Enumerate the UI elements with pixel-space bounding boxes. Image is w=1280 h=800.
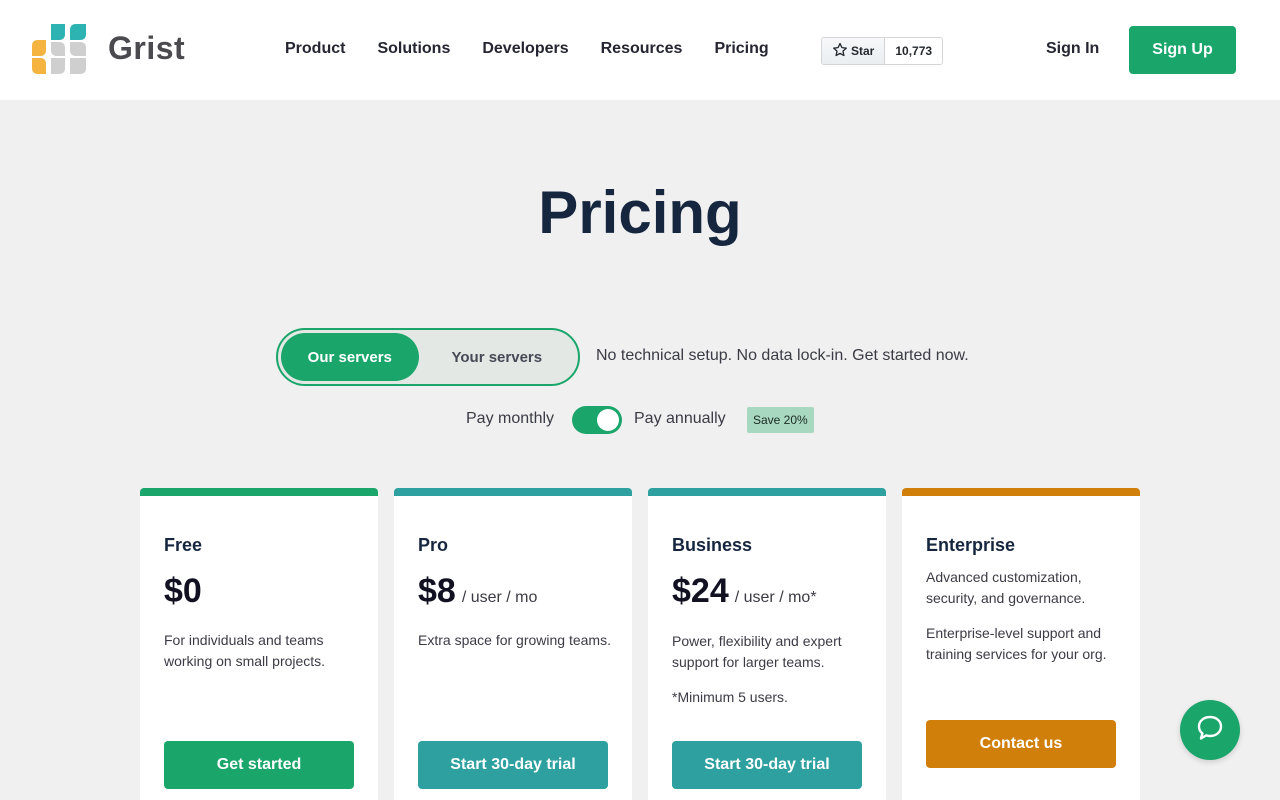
site-header: Grist Product Solutions Developers Resou…: [0, 0, 1280, 100]
server-toggle-description: No technical setup. No data lock-in. Get…: [596, 347, 969, 364]
price-unit: / user / mo*: [734, 589, 817, 606]
price-amount: $0: [164, 572, 202, 610]
brand-name: Grist: [108, 30, 186, 66]
your-servers-option[interactable]: Your servers: [419, 333, 575, 381]
plan-price: $0: [164, 572, 202, 611]
chat-widget-button[interactable]: [1180, 700, 1240, 760]
plan-description: For individuals and teams working on sma…: [164, 632, 326, 669]
grist-logo-icon: [32, 24, 88, 74]
plan-price: $24 / user / mo*: [672, 572, 817, 611]
plan-card-pro: Pro $8 / user / mo Extra space for growi…: [394, 488, 632, 800]
plan-card-accent-bar: [902, 488, 1140, 496]
plan-name: Free: [164, 535, 203, 555]
plan-card-accent-bar: [140, 488, 378, 496]
main-nav: Product Solutions Developers Resources P…: [285, 40, 769, 58]
sign-up-button[interactable]: Sign Up: [1129, 26, 1236, 74]
star-icon: [832, 42, 848, 61]
server-toggle: Our servers Your servers: [276, 328, 580, 386]
grist-logo[interactable]: [32, 24, 88, 74]
pay-annually-label[interactable]: Pay annually: [634, 410, 726, 428]
pay-monthly-label[interactable]: Pay monthly: [466, 410, 554, 428]
billing-period-switch[interactable]: [572, 406, 622, 434]
github-star-count[interactable]: 10,773: [885, 38, 943, 64]
nav-item-developers[interactable]: Developers: [482, 40, 568, 58]
plan-price: $8 / user / mo: [418, 572, 537, 611]
plan-name: Business: [672, 535, 753, 555]
plan-note: Enterprise-level support and training se…: [926, 625, 1107, 662]
contact-us-button[interactable]: Contact us: [926, 720, 1116, 768]
switch-knob: [597, 409, 619, 431]
plan-card-free: Free $0 For individuals and teams workin…: [140, 488, 378, 800]
plan-description: Advanced customization, security, and go…: [926, 569, 1086, 606]
chat-bubble-icon: [1195, 713, 1225, 748]
plan-description: Extra space for growing teams.: [418, 632, 611, 648]
plan-note: *Minimum 5 users.: [672, 689, 788, 705]
github-star-button[interactable]: Star: [822, 38, 886, 64]
start-trial-button-pro[interactable]: Start 30-day trial: [418, 741, 608, 789]
save-badge: Save 20%: [747, 407, 814, 433]
plan-card-accent-bar: [648, 488, 886, 496]
plan-card-accent-bar: [394, 488, 632, 496]
price-unit: / user / mo: [461, 589, 538, 606]
nav-item-pricing[interactable]: Pricing: [714, 40, 768, 58]
plan-name: Pro: [418, 535, 449, 555]
github-star-label: Star: [851, 44, 875, 58]
plan-description: Power, flexibility and expert support fo…: [672, 633, 842, 670]
plan-name: Enterprise: [926, 535, 1016, 555]
plan-card-enterprise: Enterprise Advanced customization, secur…: [902, 488, 1140, 800]
nav-item-solutions[interactable]: Solutions: [377, 40, 450, 58]
github-star-widget: Star 10,773: [821, 37, 944, 65]
start-trial-button-business[interactable]: Start 30-day trial: [672, 741, 862, 789]
nav-item-resources[interactable]: Resources: [601, 40, 683, 58]
price-amount: $24: [672, 572, 729, 610]
page-title: Pricing: [538, 179, 742, 246]
get-started-button[interactable]: Get started: [164, 741, 354, 789]
plan-card-business: Business $24 / user / mo* Power, flexibi…: [648, 488, 886, 800]
nav-item-product[interactable]: Product: [285, 40, 345, 58]
sign-in-link[interactable]: Sign In: [1046, 40, 1099, 58]
price-amount: $8: [418, 572, 456, 610]
our-servers-option[interactable]: Our servers: [281, 333, 419, 381]
